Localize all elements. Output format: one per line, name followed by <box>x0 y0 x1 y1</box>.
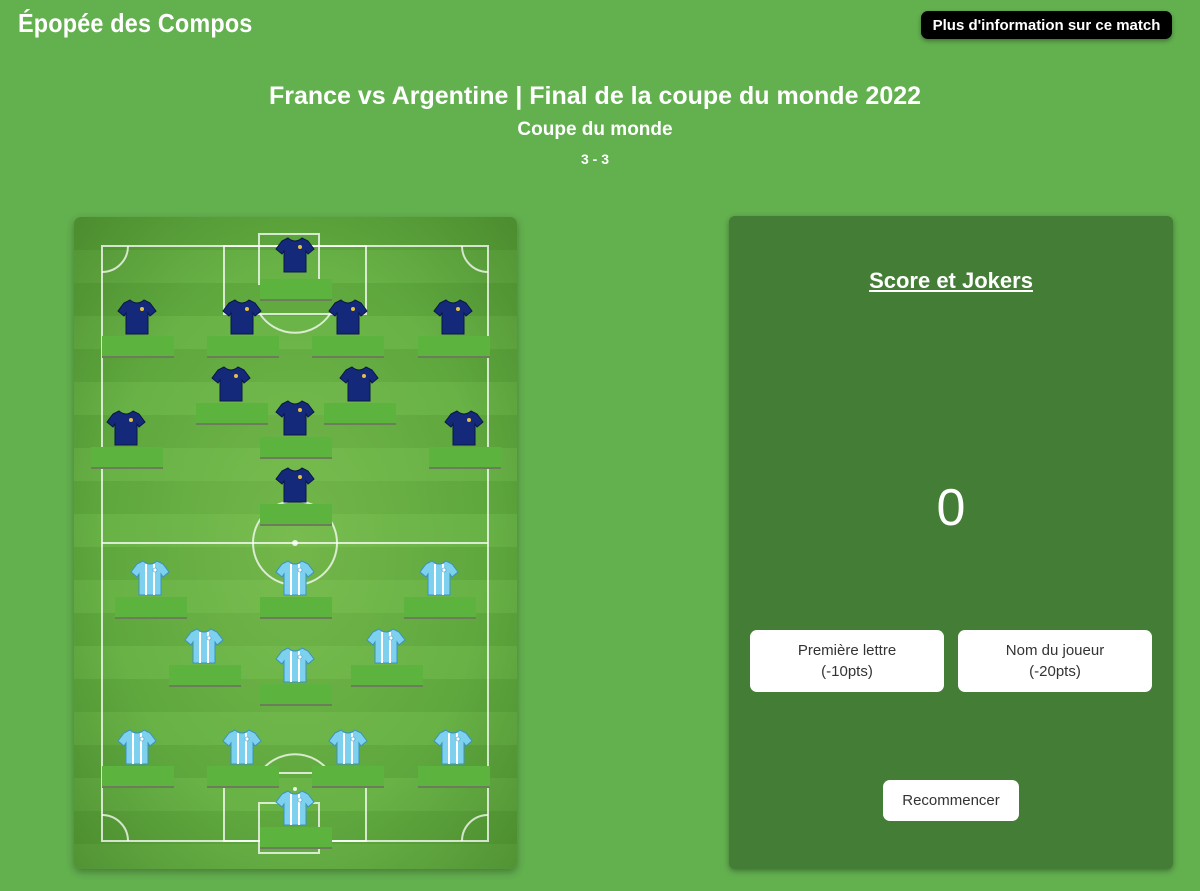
france-jersey-icon <box>275 400 315 436</box>
argentina-player-name-slot[interactable] <box>260 827 332 849</box>
argentina-jersey-icon <box>419 560 459 596</box>
france-jersey-icon <box>328 299 368 335</box>
argentina-player-name-slot[interactable] <box>404 597 476 619</box>
argentina-player-name-slot[interactable] <box>102 766 174 788</box>
france-player-name-slot[interactable] <box>260 437 332 459</box>
joker-first-letter-label: Première lettre <box>797 642 897 659</box>
match-score: 3 - 3 <box>580 151 609 167</box>
france-jersey-icon <box>444 410 484 446</box>
argentina-player-name-slot[interactable] <box>207 766 279 788</box>
joker-first-letter-cost: (-10pts) <box>821 663 873 680</box>
points-display: 0 <box>936 479 966 537</box>
france-player-name-slot[interactable] <box>102 336 174 358</box>
argentina-jersey-icon <box>275 647 315 683</box>
match-title: France vs Argentine | Final de la coupe … <box>268 82 922 110</box>
france-jersey-icon <box>275 237 315 273</box>
france-jersey-icon <box>211 366 251 402</box>
argentina-jersey-icon <box>328 729 368 765</box>
france-jersey-icon <box>433 299 473 335</box>
app-title: Épopée des Compos <box>18 8 253 38</box>
france-player-name-slot[interactable] <box>260 279 332 301</box>
joker-player-name-label: Nom du joueur <box>1005 642 1105 659</box>
argentina-jersey-icon <box>130 560 170 596</box>
france-player-name-slot[interactable] <box>312 336 384 358</box>
argentina-jersey-icon <box>275 790 315 826</box>
panel-title: Score et Jokers <box>869 268 1033 293</box>
france-player-name-slot[interactable] <box>196 403 268 425</box>
argentina-jersey-icon <box>433 729 473 765</box>
argentina-player-name-slot[interactable] <box>351 665 423 687</box>
france-player-name-slot[interactable] <box>429 447 501 469</box>
joker-first-letter-button[interactable]: Première lettre (-10pts) <box>750 630 944 692</box>
score-jokers-panel: Score et Jokers 0 Première lettre (-10pt… <box>729 216 1173 869</box>
france-player-name-slot[interactable] <box>91 447 163 469</box>
france-jersey-icon <box>106 410 146 446</box>
argentina-jersey-icon <box>275 560 315 596</box>
joker-player-name-cost: (-20pts) <box>1029 663 1081 680</box>
argentina-jersey-icon <box>184 628 224 664</box>
france-jersey-icon <box>275 467 315 503</box>
france-jersey-icon <box>222 299 262 335</box>
argentina-player-name-slot[interactable] <box>312 766 384 788</box>
argentina-jersey-icon <box>366 628 406 664</box>
joker-player-name-button[interactable]: Nom du joueur (-20pts) <box>958 630 1152 692</box>
argentina-player-name-slot[interactable] <box>115 597 187 619</box>
restart-button[interactable]: Recommencer <box>883 780 1019 821</box>
match-info-button[interactable]: Plus d'information sur ce match <box>921 11 1172 39</box>
argentina-player-name-slot[interactable] <box>169 665 241 687</box>
france-jersey-icon <box>117 299 157 335</box>
argentina-player-name-slot[interactable] <box>260 597 332 619</box>
argentina-player-name-slot[interactable] <box>260 684 332 706</box>
argentina-player-name-slot[interactable] <box>418 766 490 788</box>
argentina-jersey-icon <box>117 729 157 765</box>
competition-name: Coupe du monde <box>517 119 673 140</box>
france-player-name-slot[interactable] <box>207 336 279 358</box>
football-pitch <box>74 217 517 869</box>
france-player-name-slot[interactable] <box>260 504 332 526</box>
argentina-jersey-icon <box>222 729 262 765</box>
france-player-name-slot[interactable] <box>418 336 490 358</box>
france-player-name-slot[interactable] <box>324 403 396 425</box>
france-jersey-icon <box>339 366 379 402</box>
